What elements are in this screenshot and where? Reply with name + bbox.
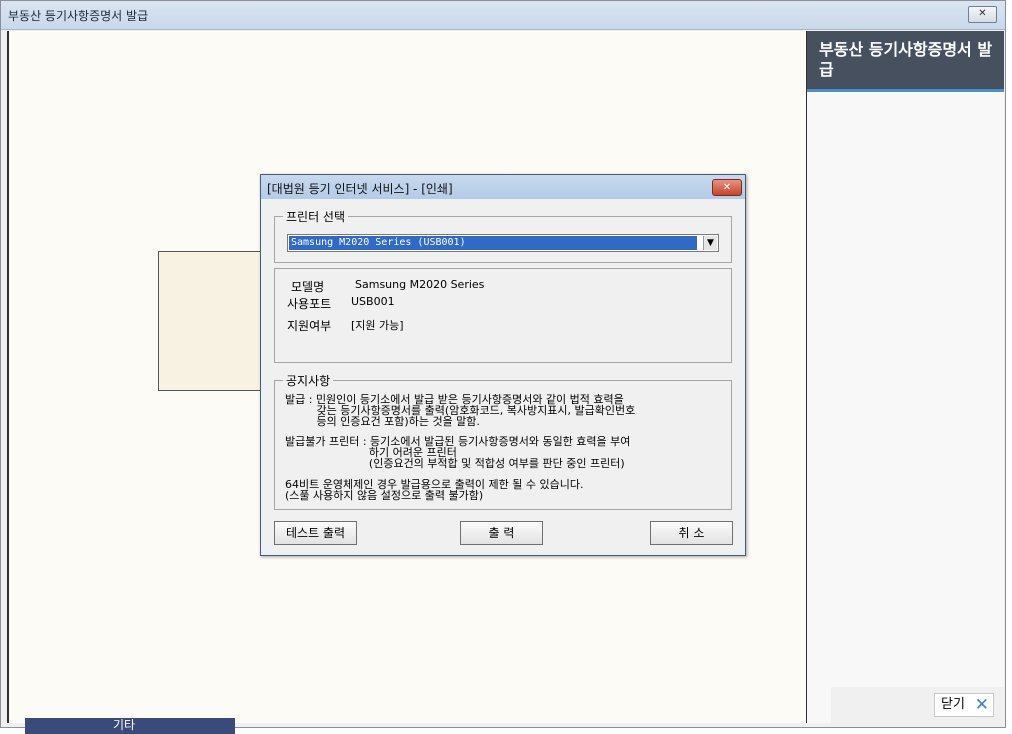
notice-line: (인증요건의 부적합 및 적합성 여부를 판단 중인 프린터) <box>285 457 625 470</box>
cancel-button[interactable]: 취 소 <box>650 521 733 545</box>
side-panel-footer: 닫기 ✕ <box>831 687 1004 723</box>
dialog-body: 프린터 선택 Samsung M2020 Series (USB001) ▼ 모… <box>267 201 737 549</box>
close-icon: ✕ <box>722 182 732 193</box>
print-button[interactable]: 출 력 <box>460 521 543 545</box>
close-panel-button[interactable]: 닫기 ✕ <box>934 693 994 717</box>
dialog-close-button[interactable]: ✕ <box>712 179 742 196</box>
test-print-button[interactable]: 테스트 출력 <box>274 521 357 545</box>
window-close-button[interactable]: ✕ <box>968 6 997 23</box>
notice-group: 공지사항 발급 : 민원인이 등기소에서 발급 받은 등기사항증명서와 같이 법… <box>274 372 732 510</box>
close-icon: ✕ <box>974 695 989 715</box>
side-panel: 부동산 등기사항증명서 발급 닫기 ✕ <box>807 31 1004 723</box>
chevron-down-icon[interactable]: ▼ <box>703 236 717 250</box>
model-value: Samsung M2020 Series <box>355 278 485 291</box>
window-title: 부동산 등기사항증명서 발급 <box>8 9 149 23</box>
printer-select-group: 프린터 선택 Samsung M2020 Series (USB001) ▼ <box>274 208 732 263</box>
print-dialog: [대법원 등기 인터넷 서비스] - [인쇄] ✕ 프린터 선택 Samsung… <box>260 174 746 556</box>
close-panel-label: 닫기 <box>941 697 965 712</box>
support-label: 지원여부 <box>287 319 332 333</box>
model-label: 모델명 <box>291 280 325 294</box>
printer-dropdown[interactable]: Samsung M2020 Series (USB001) ▼ <box>287 234 719 252</box>
notice-line: (스풀 사용하지 않음 설정으로 출력 불가함) <box>285 489 484 502</box>
printer-info-group: 모델명 Samsung M2020 Series 사용포트 USB001 지원여… <box>274 268 732 363</box>
close-icon: ✕ <box>978 8 987 19</box>
port-label: 사용포트 <box>287 297 332 311</box>
notice-line: 등의 인증요건 포함)하는 것을 말함. <box>285 415 480 428</box>
dialog-titlebar: [대법원 등기 인터넷 서비스] - [인쇄] ✕ <box>261 175 745 199</box>
port-value: USB001 <box>351 295 395 308</box>
window-titlebar: 부동산 등기사항증명서 발급 ✕ <box>1 1 1005 30</box>
bottom-tab-label: 기타 <box>113 718 136 732</box>
support-value: [지원 가능] <box>351 319 404 332</box>
printer-dropdown-value: Samsung M2020 Series (USB001) <box>289 236 697 250</box>
printer-select-label: 프린터 선택 <box>283 208 349 225</box>
side-panel-title: 부동산 등기사항증명서 발급 <box>819 40 993 79</box>
side-panel-header: 부동산 등기사항증명서 발급 <box>807 31 1004 92</box>
notice-label: 공지사항 <box>283 372 334 389</box>
dialog-title: [대법원 등기 인터넷 서비스] - [인쇄] <box>267 182 453 196</box>
bottom-tab[interactable]: 기타 <box>25 718 235 734</box>
